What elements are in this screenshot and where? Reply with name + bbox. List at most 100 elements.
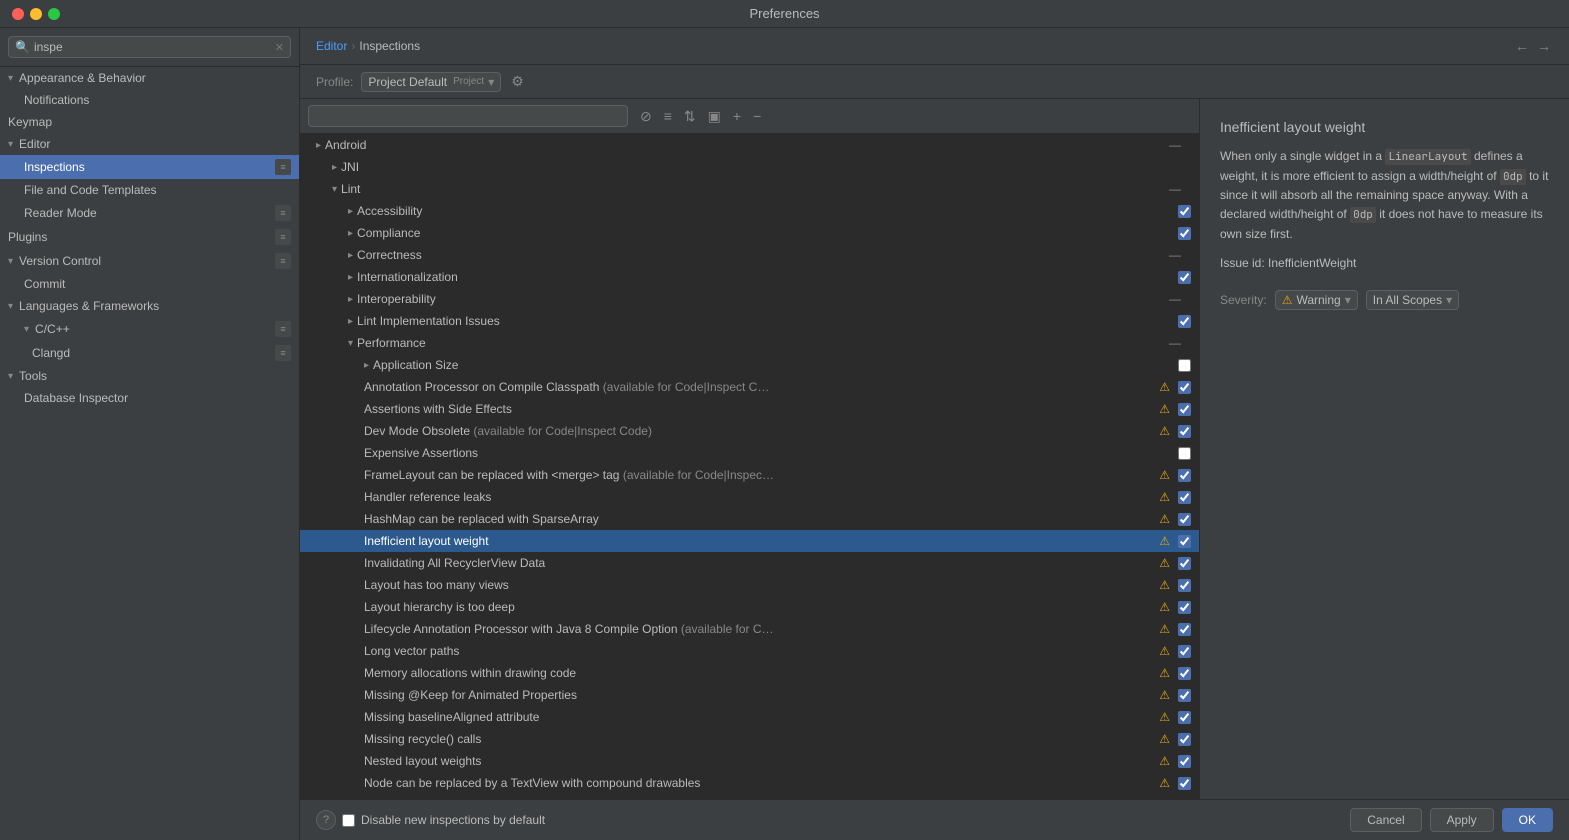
tree-row-checkbox[interactable] bbox=[1178, 469, 1191, 482]
tree-row[interactable]: ▸ JNI bbox=[300, 156, 1199, 178]
sidebar-badge: ≡ bbox=[275, 229, 291, 245]
tree-row-checkbox[interactable] bbox=[1178, 777, 1191, 790]
back-icon[interactable]: ← bbox=[1513, 36, 1531, 56]
disable-new-inspections-checkbox[interactable] bbox=[342, 814, 355, 827]
sidebar-item-cpp[interactable]: ▾ C/C++ ≡ bbox=[0, 317, 299, 341]
expand-all-button[interactable]: ≡ bbox=[660, 106, 676, 126]
tree-row[interactable]: Annotation Processor on Compile Classpat… bbox=[300, 376, 1199, 398]
tree-row[interactable]: FrameLayout can be replaced with <merge>… bbox=[300, 464, 1199, 486]
sidebar-item-database-inspector[interactable]: Database Inspector bbox=[0, 387, 299, 409]
tree-row-checkbox[interactable] bbox=[1178, 645, 1191, 658]
sidebar-item-keymap[interactable]: Keymap bbox=[0, 111, 299, 133]
tree-row-checkbox[interactable] bbox=[1178, 579, 1191, 592]
sidebar-item-clangd[interactable]: Clangd ≡ bbox=[0, 341, 299, 365]
sidebar-item-appearance[interactable]: ▾ Appearance & Behavior bbox=[0, 67, 299, 89]
tree-row-checkbox[interactable] bbox=[1178, 447, 1191, 460]
chevron-right-icon: ▸ bbox=[348, 294, 353, 305]
help-button[interactable]: ? bbox=[316, 810, 336, 830]
tree-row[interactable]: ▸ Android — bbox=[300, 134, 1199, 156]
filter-button[interactable]: ⊘ bbox=[636, 106, 656, 127]
breadcrumb-editor-link[interactable]: Editor bbox=[316, 39, 347, 53]
sidebar-item-inspections[interactable]: Inspections ≡ bbox=[0, 155, 299, 179]
scope-select[interactable]: In All Scopes ▾ bbox=[1366, 290, 1459, 310]
minus-button[interactable]: − bbox=[749, 106, 765, 126]
severity-select[interactable]: ⚠ Warning ▾ bbox=[1275, 290, 1358, 310]
tree-row-checkbox[interactable] bbox=[1178, 513, 1191, 526]
add-button[interactable]: + bbox=[729, 106, 745, 126]
tree-row[interactable]: ▾ Lint — bbox=[300, 178, 1199, 200]
tree-row-checkbox[interactable] bbox=[1178, 535, 1191, 548]
tree-row-checkbox[interactable] bbox=[1178, 689, 1191, 702]
tree-row[interactable]: Handler reference leaks ⚠ bbox=[300, 486, 1199, 508]
tree-row[interactable]: Missing baselineAligned attribute ⚠ bbox=[300, 706, 1199, 728]
tree-row-checkbox[interactable] bbox=[1178, 359, 1191, 372]
tree-row-checkbox[interactable] bbox=[1178, 381, 1191, 394]
tree-row-checkbox[interactable] bbox=[1178, 271, 1191, 284]
tree-row[interactable]: HashMap can be replaced with SparseArray… bbox=[300, 508, 1199, 530]
sidebar-item-commit[interactable]: Commit bbox=[0, 273, 299, 295]
profile-scope: Project bbox=[453, 76, 484, 87]
tree-row[interactable]: Dev Mode Obsolete (available for Code|In… bbox=[300, 420, 1199, 442]
search-clear-icon[interactable]: ✕ bbox=[275, 41, 284, 54]
group-button[interactable]: ▣ bbox=[704, 106, 725, 127]
tree-row[interactable]: ▸ Accessibility bbox=[300, 200, 1199, 222]
sidebar-item-tools[interactable]: ▾ Tools bbox=[0, 365, 299, 387]
sidebar-item-notifications[interactable]: Notifications bbox=[0, 89, 299, 111]
description-body: When only a single widget in a LinearLay… bbox=[1220, 147, 1549, 244]
tree-row[interactable]: Long vector paths ⚠ bbox=[300, 640, 1199, 662]
minimize-button[interactable] bbox=[30, 8, 42, 20]
sidebar-item-editor[interactable]: ▾ Editor bbox=[0, 133, 299, 155]
tree-row[interactable]: Memory allocations within drawing code ⚠ bbox=[300, 662, 1199, 684]
tree-row-checkbox[interactable] bbox=[1178, 711, 1191, 724]
tree-row[interactable]: ▸ Internationalization bbox=[300, 266, 1199, 288]
maximize-button[interactable] bbox=[48, 8, 60, 20]
tree-row[interactable]: ▸ Interoperability — bbox=[300, 288, 1199, 310]
tree-row-checkbox[interactable] bbox=[1178, 623, 1191, 636]
sidebar-search-input[interactable] bbox=[34, 40, 271, 54]
tree-row[interactable]: Missing @Keep for Animated Properties ⚠ bbox=[300, 684, 1199, 706]
forward-icon[interactable]: → bbox=[1535, 36, 1553, 56]
profile-select[interactable]: Project Default Project ▾ bbox=[361, 72, 501, 92]
tree-row[interactable]: Lifecycle Annotation Processor with Java… bbox=[300, 618, 1199, 640]
tree-row[interactable]: Invalidating All RecyclerView Data ⚠ bbox=[300, 552, 1199, 574]
tree-row-checkbox[interactable] bbox=[1178, 205, 1191, 218]
tree-row[interactable]: Expensive Assertions bbox=[300, 442, 1199, 464]
tree-row[interactable]: Layout has too many views ⚠ bbox=[300, 574, 1199, 596]
sidebar-item-reader-mode[interactable]: Reader Mode ≡ bbox=[0, 201, 299, 225]
tree-row-checkbox[interactable] bbox=[1178, 733, 1191, 746]
tree-row[interactable]: ▸ Application Size bbox=[300, 354, 1199, 376]
tree-row-checkbox[interactable] bbox=[1178, 601, 1191, 614]
footer-left: ? Disable new inspections by default bbox=[316, 810, 545, 830]
tree-row-checkbox[interactable] bbox=[1178, 557, 1191, 570]
tree-row-checkbox[interactable] bbox=[1178, 315, 1191, 328]
sort-button[interactable]: ⇅ bbox=[680, 106, 700, 127]
sidebar-item-languages[interactable]: ▾ Languages & Frameworks bbox=[0, 295, 299, 317]
apply-button[interactable]: Apply bbox=[1430, 808, 1494, 832]
tree-row[interactable]: ▸ Correctness — bbox=[300, 244, 1199, 266]
tree-row[interactable]: Assertions with Side Effects ⚠ bbox=[300, 398, 1199, 420]
sidebar-item-plugins[interactable]: Plugins ≡ bbox=[0, 225, 299, 249]
close-button[interactable] bbox=[12, 8, 24, 20]
tree-row[interactable]: Nested layout weights ⚠ bbox=[300, 750, 1199, 772]
tree-row[interactable]: Missing recycle() calls ⚠ bbox=[300, 728, 1199, 750]
tree-row[interactable]: ▸ Lint Implementation Issues bbox=[300, 310, 1199, 332]
cancel-button[interactable]: Cancel bbox=[1350, 808, 1421, 832]
ok-button[interactable]: OK bbox=[1502, 808, 1553, 832]
tree-row-checkbox[interactable] bbox=[1178, 403, 1191, 416]
tree-row[interactable]: Layout hierarchy is too deep ⚠ bbox=[300, 596, 1199, 618]
tree-row-selected[interactable]: Inefficient layout weight ⚠ bbox=[300, 530, 1199, 552]
warning-icon: ⚠ bbox=[1159, 622, 1170, 636]
footer: ? Disable new inspections by default Can… bbox=[300, 799, 1569, 840]
tree-row-checkbox[interactable] bbox=[1178, 491, 1191, 504]
gear-button[interactable]: ⚙ bbox=[509, 71, 526, 92]
tree-row-checkbox[interactable] bbox=[1178, 667, 1191, 680]
tree-search-input[interactable] bbox=[308, 105, 628, 127]
tree-row[interactable]: ▾ Performance — bbox=[300, 332, 1199, 354]
sidebar-item-version-control[interactable]: ▾ Version Control ≡ bbox=[0, 249, 299, 273]
tree-row[interactable]: ▸ Compliance bbox=[300, 222, 1199, 244]
sidebar-item-file-templates[interactable]: File and Code Templates bbox=[0, 179, 299, 201]
tree-row-checkbox[interactable] bbox=[1178, 425, 1191, 438]
tree-row[interactable]: Node can be replaced by a TextView with … bbox=[300, 772, 1199, 794]
tree-row-checkbox[interactable] bbox=[1178, 755, 1191, 768]
tree-row-checkbox[interactable] bbox=[1178, 227, 1191, 240]
